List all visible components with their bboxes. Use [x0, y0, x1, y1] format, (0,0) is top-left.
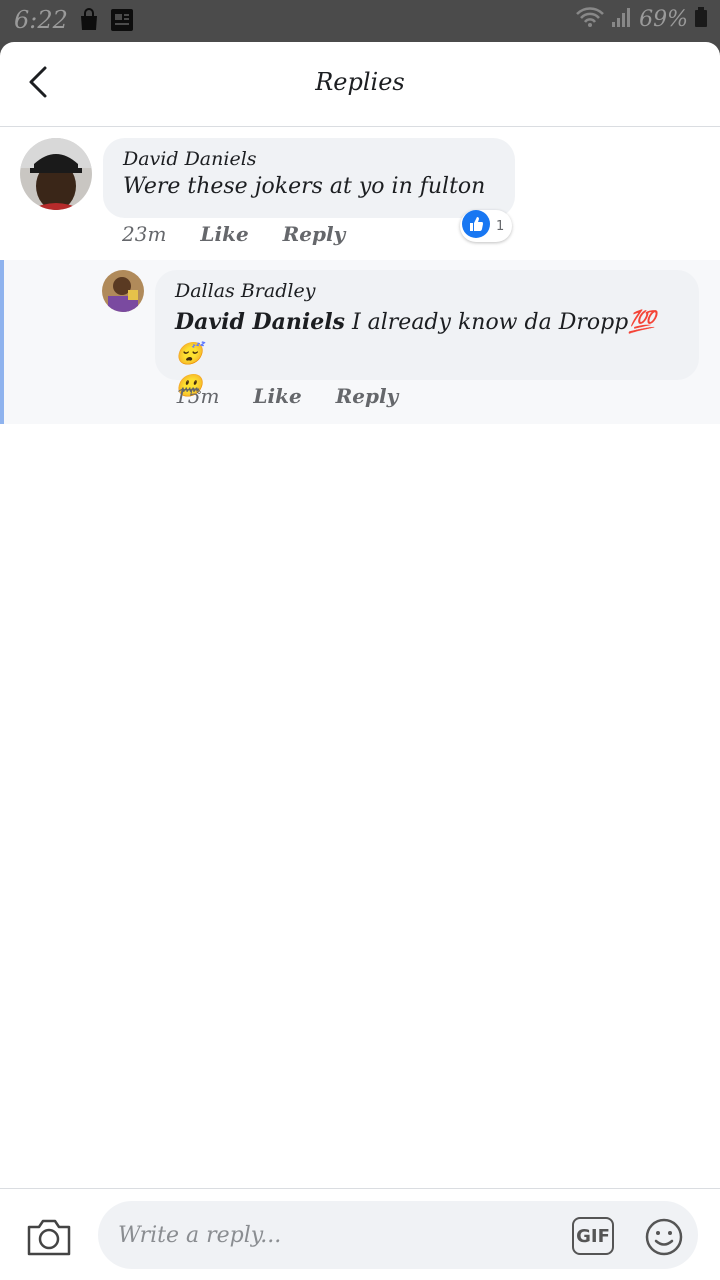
- page-title: Replies: [315, 68, 405, 96]
- shopping-bag-icon: [78, 8, 100, 36]
- reply-thread: Dallas Bradley David Daniels I already k…: [0, 260, 720, 424]
- reply-author[interactable]: Dallas Bradley: [175, 280, 679, 302]
- wifi-icon: [575, 6, 605, 32]
- thumbs-up-icon: [462, 210, 490, 242]
- reply-bubble[interactable]: Dallas Bradley David Daniels I already k…: [155, 270, 699, 399]
- comment-bubble[interactable]: David Daniels Were these jokers at yo in…: [103, 138, 515, 218]
- reply-meta: 15m Like Reply: [175, 384, 398, 408]
- comment-meta: 23m Like Reply: [122, 222, 345, 246]
- emoji-button[interactable]: [644, 1217, 684, 1261]
- reply-reply-button[interactable]: Reply: [336, 384, 399, 408]
- status-indicators: 69%: [575, 6, 708, 32]
- reaction-badge[interactable]: 1: [460, 210, 513, 242]
- news-icon: [110, 8, 134, 36]
- battery-icon: [694, 6, 708, 32]
- comment-text: Were these jokers at yo in fulton: [123, 174, 486, 199]
- comment-like-button[interactable]: Like: [200, 222, 248, 246]
- replies-sheet: Replies David Daniels Were these jokers …: [0, 42, 720, 1280]
- battery-percent: 69%: [639, 6, 688, 32]
- reply-time[interactable]: 15m: [175, 384, 219, 408]
- signal-icon: [611, 6, 633, 32]
- reply-mention[interactable]: David Daniels: [175, 309, 345, 335]
- status-bar: 6:22 69%: [0, 0, 720, 42]
- comment-time[interactable]: 23m: [122, 222, 166, 246]
- smiley-icon: [644, 1218, 684, 1261]
- comment-author[interactable]: David Daniels: [123, 148, 495, 170]
- avatar-dallas-bradley[interactable]: [102, 270, 144, 312]
- gif-button[interactable]: GIF: [572, 1217, 614, 1255]
- camera-button[interactable]: [26, 1217, 72, 1261]
- comment-reply-button[interactable]: Reply: [283, 222, 346, 246]
- camera-icon: [26, 1219, 72, 1261]
- header: Replies: [0, 42, 720, 127]
- status-time: 6:22: [14, 6, 68, 34]
- avatar-david-daniels[interactable]: [20, 138, 92, 210]
- reply-composer: GIF: [0, 1188, 720, 1280]
- reaction-count: 1: [496, 218, 505, 234]
- reply-like-button[interactable]: Like: [253, 384, 301, 408]
